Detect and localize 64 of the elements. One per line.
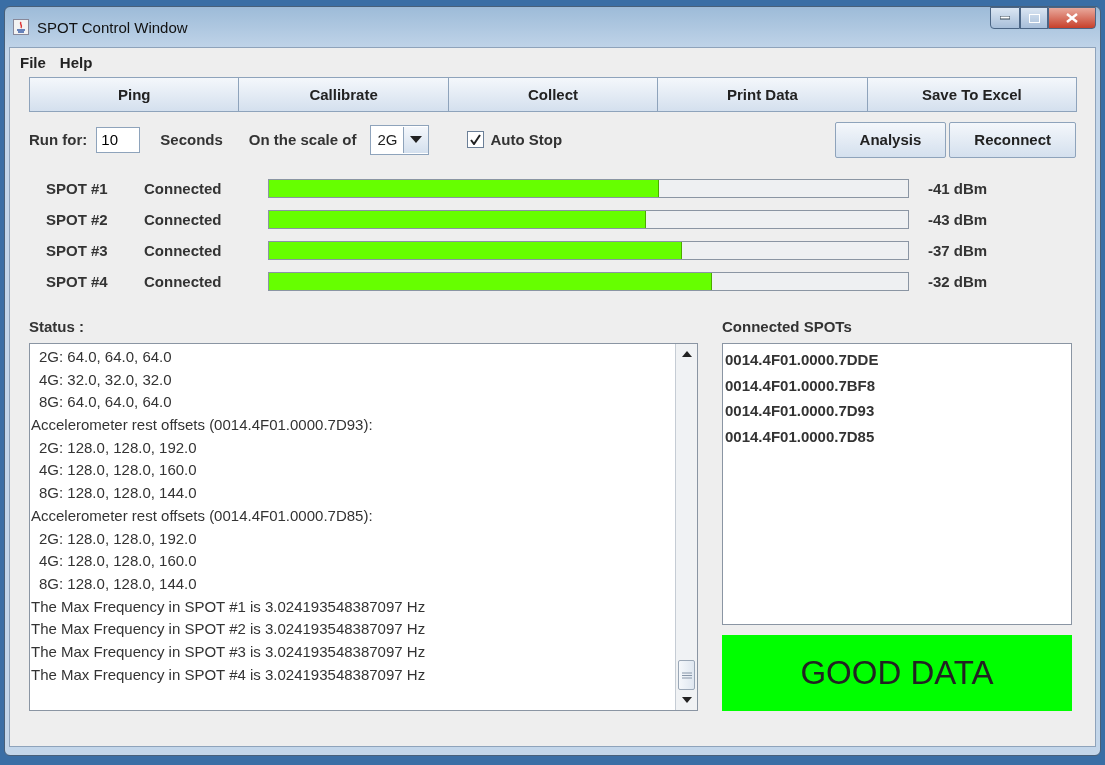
log-line: Accelerometer rest offsets (0014.4F01.0000.7D85):: [31, 506, 373, 524]
list-item[interactable]: 0014.4F01.0000.7D85: [725, 427, 875, 445]
spot-status: Connected: [144, 180, 223, 197]
run-for-label: Run for:: [29, 131, 88, 148]
log-line: 2G: 128.0, 128.0, 192.0: [39, 438, 197, 456]
list-item[interactable]: 0014.4F01.0000.7DDE: [725, 351, 879, 368]
log-line: 4G: 128.0, 128.0, 160.0: [39, 461, 197, 479]
log-line: 8G: 128.0, 128.0, 144.0: [39, 484, 197, 502]
maximize-button[interactable]: [1020, 7, 1048, 29]
menu-item[interactable]: Help: [59, 54, 93, 71]
scale-label: On the scale of: [248, 131, 357, 148]
caret-icon: [410, 136, 423, 143]
grip-icon: [681, 671, 692, 679]
result-banner: GOOD DATA: [722, 635, 1072, 711]
status-label: Status :: [29, 318, 85, 335]
log-line: 4G: 128.0, 128.0, 160.0: [39, 552, 197, 570]
scale-dropdown[interactable]: 2G: [370, 124, 430, 155]
java-app-icon: [13, 19, 29, 35]
log-line: 2G: 128.0, 128.0, 192.0: [39, 529, 197, 547]
log-line: 8G: 64.0, 64.0, 64.0: [39, 393, 172, 411]
log-line: The Max Frequency in SPOT #3 is 3.024193548387097 Hz: [31, 642, 426, 660]
log-line: Accelerometer rest offsets (0014.4F01.0000.7D93):: [31, 416, 373, 434]
spot-name: SPOT #1: [46, 180, 109, 197]
auto-stop-label: Auto Stop: [490, 131, 563, 148]
list-item[interactable]: 0014.4F01.0000.7D93: [725, 402, 875, 419]
connected-label: Connected SPOTs: [722, 318, 853, 335]
log-line: The Max Frequency in SPOT #1 is 3.024193548387097 Hz: [31, 597, 426, 615]
log-line: 4G: 32.0, 32.0, 32.0: [39, 370, 172, 388]
spot-status: Connected: [144, 273, 223, 290]
spot-name: SPOT #4: [46, 273, 109, 290]
menu-item[interactable]: File: [20, 54, 46, 71]
action-button[interactable]: Reconnect: [949, 121, 1076, 158]
signal-reading: -41 dBm: [928, 180, 989, 197]
auto-stop-checkbox[interactable]: [467, 131, 485, 148]
minimize-icon: [1000, 16, 1010, 20]
close-icon: [1066, 13, 1078, 23]
down-arrow-icon: [681, 697, 692, 703]
minimize-button[interactable]: [990, 7, 1020, 29]
signal-reading: -43 dBm: [928, 211, 989, 228]
log-line: The Max Frequency in SPOT #4 is 3.024193548387097 Hz: [31, 665, 426, 683]
spot-status: Connected: [144, 242, 223, 259]
maximize-icon: [1028, 13, 1040, 23]
toolbar-button[interactable]: Collect: [447, 77, 659, 112]
duration-field[interactable]: 10: [96, 126, 141, 153]
spot-name: SPOT #2: [46, 211, 109, 228]
up-arrow-icon: [681, 351, 692, 357]
toolbar-button[interactable]: Print Data: [657, 77, 868, 112]
seconds-label: Seconds: [160, 131, 223, 148]
log-line: 2G: 64.0, 64.0, 64.0: [39, 348, 172, 365]
check-icon: [470, 134, 482, 145]
spot-status: Connected: [144, 211, 223, 228]
spot-name: SPOT #3: [46, 242, 109, 259]
log-line: The Max Frequency in SPOT #2 is 3.024193548387097 Hz: [31, 620, 426, 638]
window-title: SPOT Control Window: [37, 18, 188, 36]
signal-reading: -37 dBm: [928, 242, 989, 259]
toolbar-button[interactable]: Save To Excel: [866, 77, 1078, 112]
toolbar-button[interactable]: Ping: [29, 77, 240, 112]
action-button[interactable]: Analysis: [834, 121, 947, 158]
list-item[interactable]: 0014.4F01.0000.7BF8: [725, 376, 876, 394]
log-line: 8G: 128.0, 128.0, 144.0: [39, 574, 197, 592]
scrollbar-thumb[interactable]: [678, 660, 695, 690]
signal-reading: -32 dBm: [928, 273, 989, 290]
close-button[interactable]: [1048, 7, 1096, 29]
toolbar-button[interactable]: Callibrate: [238, 77, 449, 112]
